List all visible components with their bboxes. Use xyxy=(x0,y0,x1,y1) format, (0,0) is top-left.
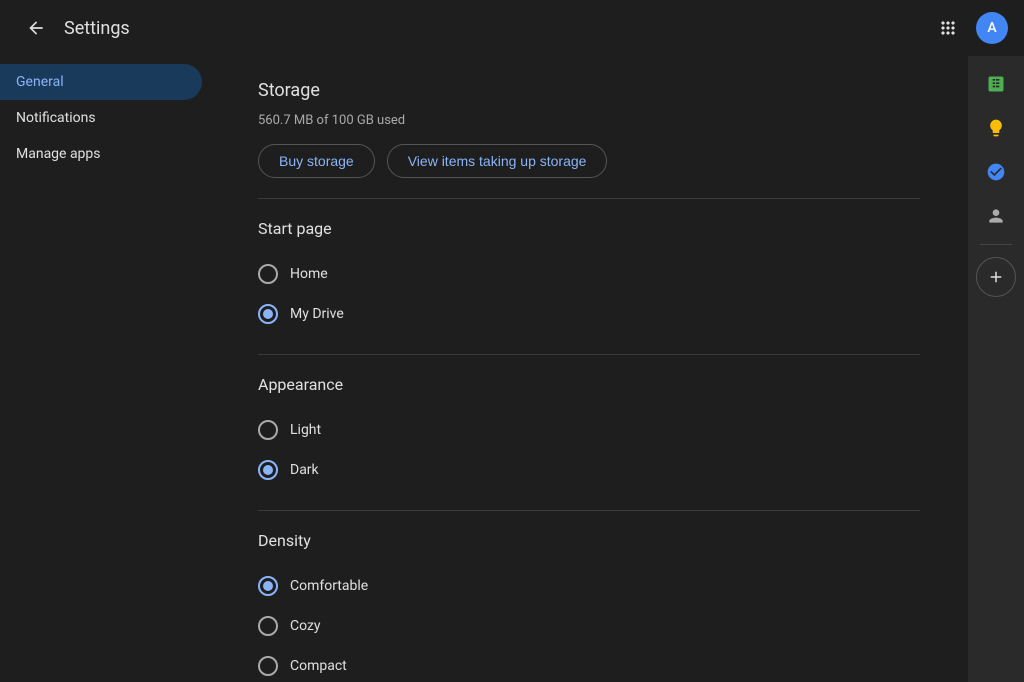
main-content: Storage 560.7 MB of 100 GB used Buy stor… xyxy=(210,56,968,682)
sidebar-item-general[interactable]: General xyxy=(0,64,202,100)
divider-start-page xyxy=(258,354,920,355)
right-panel-divider xyxy=(980,244,1012,245)
sidebar-item-notifications[interactable]: Notifications xyxy=(0,100,202,136)
storage-buttons: Buy storage View items taking up storage xyxy=(258,144,920,178)
radio-dark[interactable] xyxy=(258,460,278,480)
density-compact[interactable]: Compact xyxy=(258,646,920,682)
right-panel-keep-icon[interactable] xyxy=(976,108,1016,148)
right-panel-contacts-icon[interactable] xyxy=(976,196,1016,236)
appearance-dark[interactable]: Dark xyxy=(258,450,920,490)
radio-compact[interactable] xyxy=(258,656,278,676)
appearance-title: Appearance xyxy=(258,375,920,394)
density-comfortable[interactable]: Comfortable xyxy=(258,566,920,606)
sidebar: General Notifications Manage apps xyxy=(0,56,210,682)
radio-cozy[interactable] xyxy=(258,616,278,636)
topbar: Settings A xyxy=(0,0,1024,56)
radio-home[interactable] xyxy=(258,264,278,284)
sidebar-item-manage-apps[interactable]: Manage apps xyxy=(0,136,202,172)
topbar-actions: A xyxy=(928,8,1008,48)
right-panel xyxy=(968,56,1024,682)
view-storage-button[interactable]: View items taking up storage xyxy=(387,144,608,178)
storage-subtitle: 560.7 MB of 100 GB used xyxy=(258,113,920,128)
start-page-my-drive[interactable]: My Drive xyxy=(258,294,920,334)
radio-comfortable[interactable] xyxy=(258,576,278,596)
storage-section: Storage 560.7 MB of 100 GB used Buy stor… xyxy=(258,80,920,178)
appearance-light[interactable]: Light xyxy=(258,410,920,450)
right-panel-tasks-icon[interactable] xyxy=(976,152,1016,192)
right-panel-sheets-icon[interactable] xyxy=(976,64,1016,104)
radio-my-drive[interactable] xyxy=(258,304,278,324)
divider-storage xyxy=(258,198,920,199)
page-title: Settings xyxy=(64,18,130,39)
radio-light[interactable] xyxy=(258,420,278,440)
right-panel-add-button[interactable] xyxy=(976,257,1016,297)
start-page-section: Start page Home My Drive xyxy=(258,219,920,334)
start-page-home[interactable]: Home xyxy=(258,254,920,294)
apps-button[interactable] xyxy=(928,8,968,48)
density-title: Density xyxy=(258,531,920,550)
avatar[interactable]: A xyxy=(976,12,1008,44)
density-section: Density Comfortable Cozy Compact xyxy=(258,531,920,682)
buy-storage-button[interactable]: Buy storage xyxy=(258,144,375,178)
start-page-title: Start page xyxy=(258,219,920,238)
appearance-section: Appearance Light Dark xyxy=(258,375,920,490)
storage-title: Storage xyxy=(258,80,920,101)
back-button[interactable] xyxy=(16,8,56,48)
divider-appearance xyxy=(258,510,920,511)
density-cozy[interactable]: Cozy xyxy=(258,606,920,646)
